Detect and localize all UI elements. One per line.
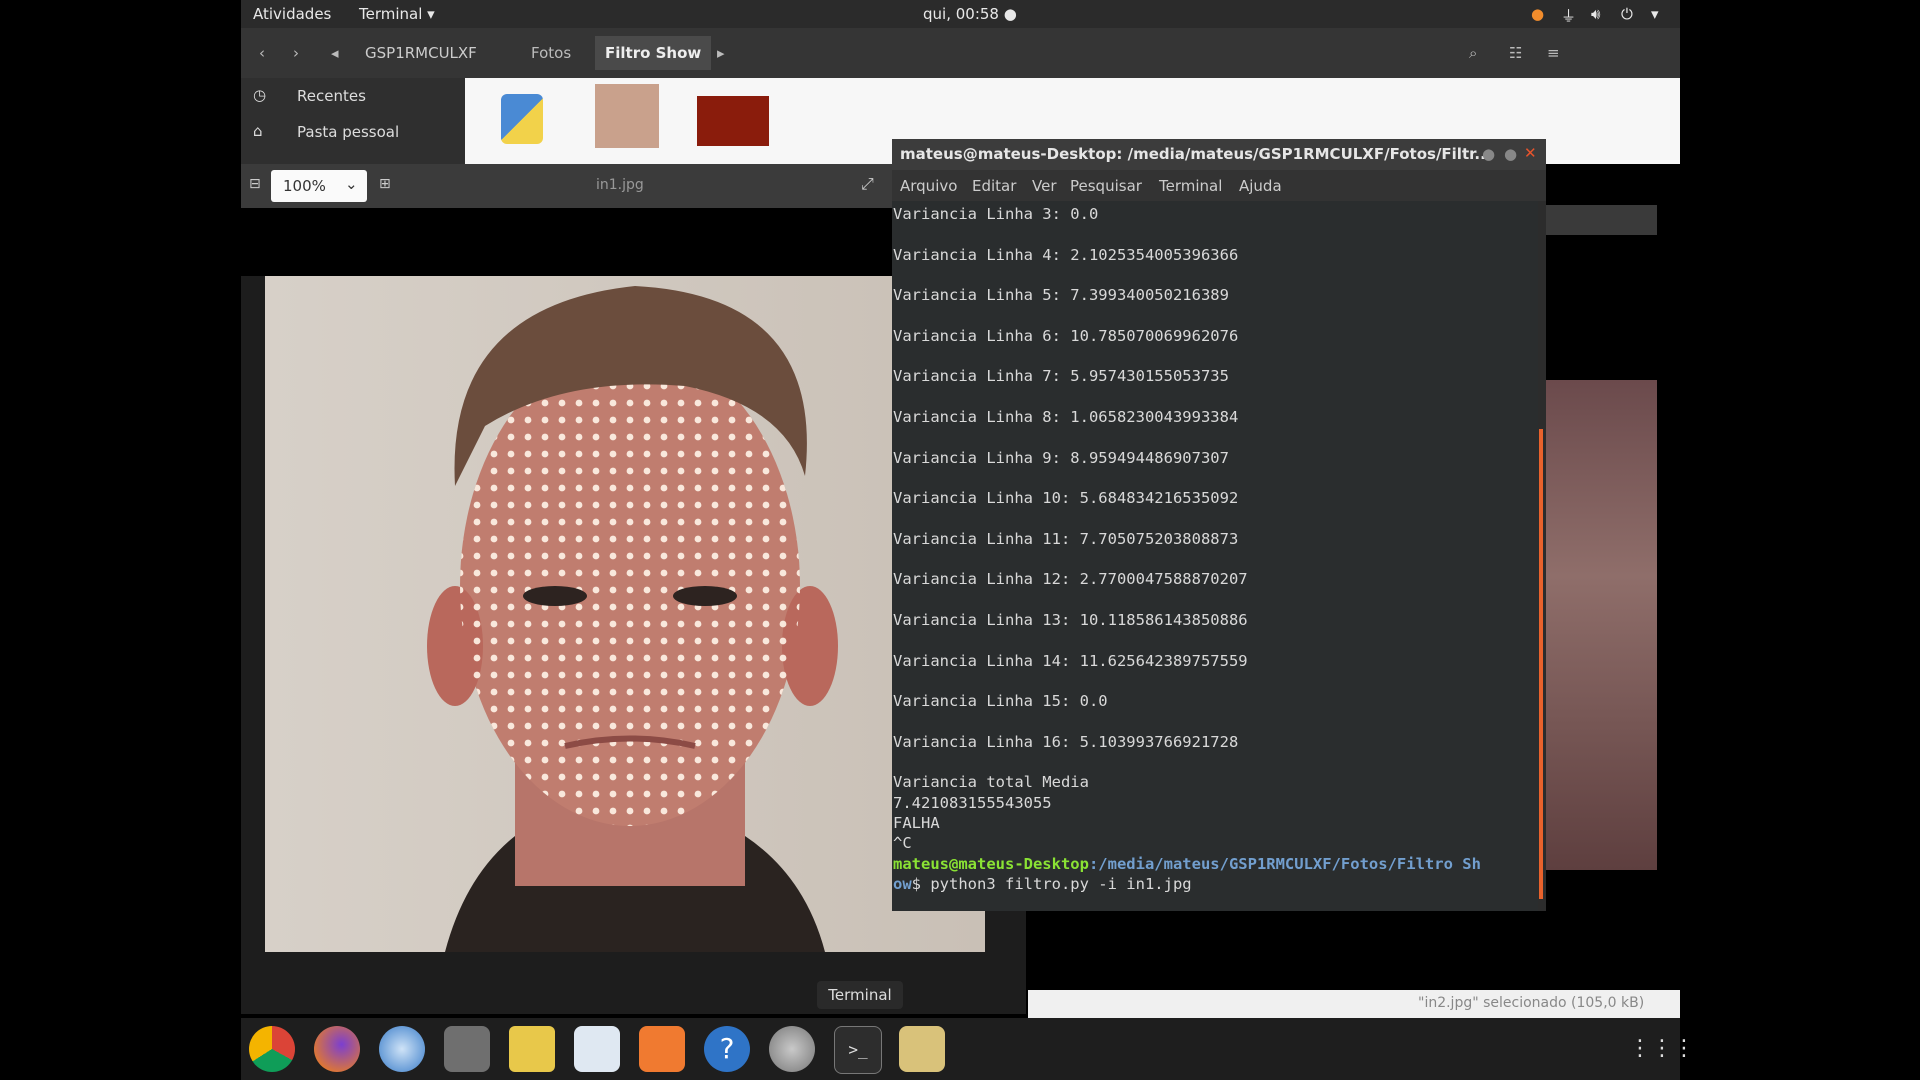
firefox-icon[interactable] bbox=[314, 1026, 360, 1072]
zoom-out-icon[interactable]: ⊟ bbox=[249, 176, 261, 192]
dock: ? >_ ⋮⋮⋮ bbox=[241, 1018, 1695, 1080]
viewer-filename: in1.jpg bbox=[596, 177, 644, 193]
terminal-line: Variancia Linha 4: 2.1025354005396366 bbox=[893, 245, 1239, 264]
terminal-line: 7.421083155543055 bbox=[893, 793, 1052, 812]
prompt-user: mateus@mateus-Desktop bbox=[893, 854, 1089, 873]
dock-tooltip: Terminal bbox=[817, 981, 903, 1009]
terminal-line: Variancia Linha 15: 0.0 bbox=[893, 692, 1108, 711]
terminal-scrollbar[interactable] bbox=[1539, 429, 1543, 899]
terminal-line: Variancia total Media bbox=[893, 773, 1089, 792]
terminal-title: mateus@mateus-Desktop: /media/mateus/GSP… bbox=[900, 145, 1492, 163]
zoom-select[interactable]: 100% ⌄ bbox=[271, 170, 367, 202]
terminal-line: Variancia Linha 16: 5.103993766921728 bbox=[893, 732, 1239, 751]
python-file-icon[interactable] bbox=[501, 94, 543, 144]
menu-ver[interactable]: Ver bbox=[1032, 177, 1057, 195]
terminal-line: Variancia Linha 5: 7.399340050216389 bbox=[893, 286, 1229, 305]
menu-editar[interactable]: Editar bbox=[972, 177, 1016, 195]
path-left-icon[interactable]: ◂ bbox=[331, 44, 339, 62]
sidebar-item-pasta-pessoal[interactable]: Pasta pessoal bbox=[297, 123, 399, 141]
app-menu[interactable]: Terminal ▾ bbox=[359, 5, 435, 23]
breadcrumb-drive[interactable]: GSP1RMCULXF bbox=[365, 44, 477, 62]
thumbnail-in2[interactable] bbox=[697, 96, 769, 146]
menu-icon[interactable]: ≡ bbox=[1547, 44, 1560, 62]
terminal-line: Variancia Linha 13: 10.118586143850886 bbox=[893, 611, 1248, 629]
path-right-icon[interactable]: ▸ bbox=[717, 44, 725, 62]
terminal-line: Variancia Linha 7: 5.957430155053735 bbox=[893, 367, 1229, 386]
activities-button[interactable]: Atividades bbox=[253, 5, 331, 23]
maximize-icon[interactable]: ● bbox=[1504, 145, 1517, 163]
menu-arquivo[interactable]: Arquivo bbox=[900, 177, 957, 195]
terminal-command-line: ow$ python3 filtro.py -i in1.jpg bbox=[893, 875, 1192, 893]
terminal-output[interactable]: Variancia Linha 3: 0.0 Variancia Linha 4:… bbox=[892, 201, 1538, 911]
network-icon[interactable]: ⏚ bbox=[1561, 5, 1576, 26]
breadcrumb-fotos[interactable]: Fotos bbox=[531, 44, 571, 62]
close-icon[interactable]: ✕ bbox=[1524, 144, 1537, 162]
view-options-icon[interactable]: ☷ bbox=[1509, 44, 1522, 62]
terminal-titlebar[interactable]: mateus@mateus-Desktop: /media/mateus/GSP… bbox=[892, 139, 1546, 170]
menu-pesquisar[interactable]: Pesquisar bbox=[1070, 177, 1142, 195]
top-panel: Atividades Terminal ▾ qui, 00:58 ● ● ⏚ 🔊… bbox=[241, 0, 1680, 28]
volume-icon[interactable]: 🔊︎ bbox=[1591, 5, 1600, 23]
terminal-command: $ python3 filtro.py -i in1.jpg bbox=[911, 874, 1192, 893]
zoom-in-icon[interactable]: ⊞ bbox=[379, 176, 391, 192]
fullscreen-icon[interactable]: ⤢ bbox=[861, 174, 874, 194]
terminal-line: Variancia Linha 12: 2.7700047588870207 bbox=[893, 570, 1248, 589]
file-manager-header: ‹ › ◂ GSP1RMCULXF Fotos Filtro Show ▸ ⌕ … bbox=[241, 28, 1680, 78]
portrait-photo bbox=[265, 276, 985, 952]
menu-ajuda[interactable]: Ajuda bbox=[1239, 177, 1282, 195]
terminal-line: Variancia Linha 14: 11.625642389757559 bbox=[893, 651, 1248, 670]
file-manager-sidebar: ◷ Recentes ⌂ Pasta pessoal bbox=[241, 78, 465, 164]
thumbnail-in1[interactable] bbox=[595, 84, 659, 148]
forward-icon[interactable]: › bbox=[293, 44, 299, 62]
terminal-icon[interactable]: >_ bbox=[834, 1026, 882, 1074]
search-icon[interactable]: ⌕ bbox=[1469, 44, 1477, 62]
terminal-line: Variancia Linha 6: 10.785070069962076 bbox=[893, 326, 1239, 345]
photos-icon[interactable] bbox=[899, 1026, 945, 1072]
help-icon[interactable]: ? bbox=[704, 1026, 750, 1072]
back-icon[interactable]: ‹ bbox=[259, 44, 265, 62]
terminal-prompt: mateus@mateus-Desktop:/media/mateus/GSP1… bbox=[893, 855, 1481, 873]
terminal-line: ^C bbox=[893, 834, 912, 853]
selection-status: "in2.jpg" selecionado (105,0 kB) bbox=[1418, 995, 1645, 1011]
software-icon[interactable] bbox=[639, 1026, 685, 1072]
zoom-value: 100% bbox=[283, 177, 326, 195]
terminal-line: Variancia Linha 3: 0.0 bbox=[893, 205, 1099, 223]
terminal-line: Variancia Linha 10: 5.684834216535092 bbox=[893, 489, 1239, 508]
thunderbird-icon[interactable] bbox=[379, 1026, 425, 1072]
file-manager-statusbar: "in2.jpg" selecionado (105,0 kB) bbox=[1028, 990, 1680, 1018]
settings-icon[interactable] bbox=[769, 1026, 815, 1072]
terminal-line: Variancia Linha 9: 8.959494486907307 bbox=[893, 448, 1229, 467]
terminal-line: Variancia Linha 8: 1.0658230043993384 bbox=[893, 408, 1239, 426]
terminal-line: Variancia Linha 11: 7.705075203808873 bbox=[893, 529, 1239, 548]
home-icon: ⌂ bbox=[253, 122, 263, 140]
app-grid-icon[interactable]: ⋮⋮⋮ bbox=[1629, 1036, 1695, 1061]
notification-dot-icon: ● bbox=[1531, 5, 1545, 23]
terminal-menubar: Arquivo Editar Ver Pesquisar Terminal Aj… bbox=[892, 170, 1546, 201]
terminal-window: mateus@mateus-Desktop: /media/mateus/GSP… bbox=[892, 139, 1546, 911]
clock[interactable]: qui, 00:58 ● bbox=[923, 5, 1017, 23]
power-icon[interactable]: ⏻ bbox=[1621, 5, 1633, 23]
writer-icon[interactable] bbox=[574, 1026, 620, 1072]
rhythmbox-icon[interactable] bbox=[509, 1026, 555, 1072]
minimize-icon[interactable]: ● bbox=[1482, 145, 1495, 163]
chrome-icon[interactable] bbox=[249, 1026, 295, 1072]
sidebar-item-recentes[interactable]: Recentes bbox=[297, 87, 366, 105]
files-icon[interactable] bbox=[444, 1026, 490, 1072]
prompt-path: :/media/mateus/GSP1RMCULXF/Fotos/Filtro … bbox=[1088, 854, 1481, 873]
menu-terminal[interactable]: Terminal bbox=[1159, 177, 1222, 195]
breadcrumb-current[interactable]: Filtro Show bbox=[595, 36, 712, 70]
terminal-line: FALHA bbox=[893, 814, 940, 832]
recent-icon: ◷ bbox=[253, 86, 267, 104]
system-menu-chevron-icon[interactable]: ▾ bbox=[1651, 5, 1659, 23]
prompt-path-continued: ow bbox=[893, 874, 912, 893]
chevron-down-icon: ⌄ bbox=[345, 175, 358, 193]
